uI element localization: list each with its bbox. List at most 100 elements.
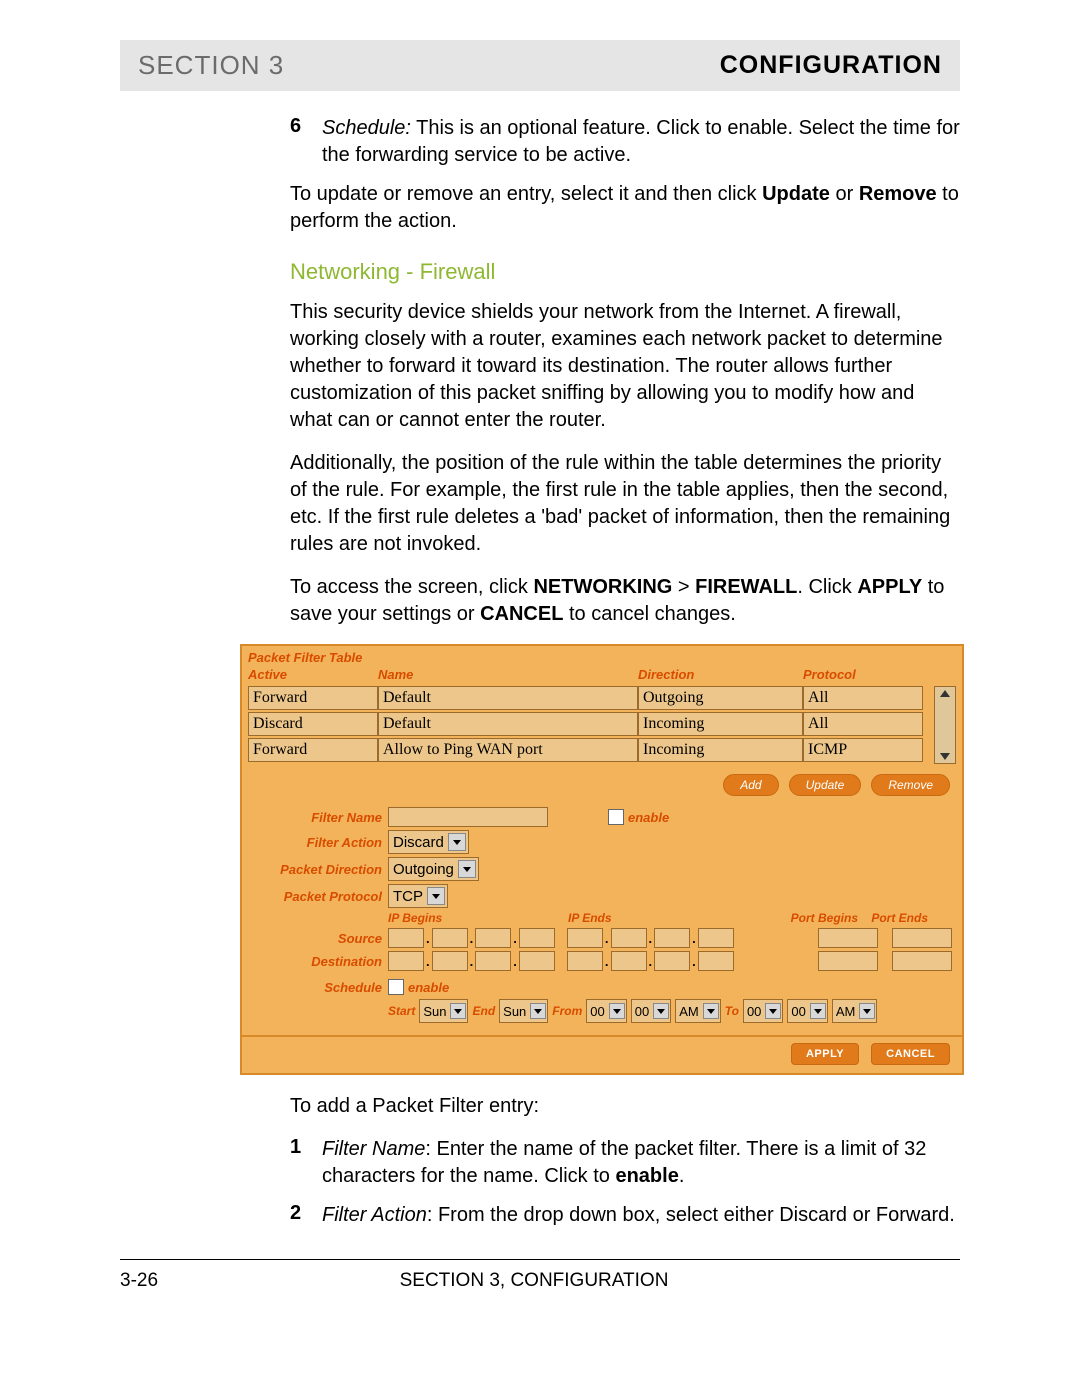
source-port-begins-input[interactable] (818, 928, 878, 948)
start-day-select[interactable]: Sun (419, 999, 468, 1023)
enable-label: enable (628, 810, 669, 825)
dest-ip-begins: . . . (388, 951, 555, 971)
ip-octet-input[interactable] (611, 928, 647, 948)
from-ampm-select[interactable]: AM (675, 999, 721, 1023)
chevron-down-icon (765, 1003, 781, 1019)
chevron-down-icon (609, 1003, 625, 1019)
page-header: SECTION 3 CONFIGURATION (120, 40, 960, 91)
ip-octet-input[interactable] (567, 928, 603, 948)
source-ip-begins: . . . (388, 928, 555, 948)
ip-octet-input[interactable] (519, 951, 555, 971)
chevron-down-icon (427, 887, 445, 905)
schedule-label: Schedule (252, 980, 388, 995)
section-heading: Networking - Firewall (290, 259, 960, 285)
chevron-down-icon (458, 860, 476, 878)
ip-begins-header: IP Begins (388, 911, 568, 925)
ip-octet-input[interactable] (611, 951, 647, 971)
schedule-enable-label: enable (408, 980, 449, 995)
item-number: 2 (290, 1202, 306, 1229)
ip-octet-input[interactable] (388, 951, 424, 971)
ip-octet-input[interactable] (475, 951, 511, 971)
destination-label: Destination (252, 954, 388, 969)
add-button[interactable]: Add (723, 774, 778, 796)
table-row[interactable]: Forward Allow to Ping WAN port Incoming … (248, 738, 934, 762)
table-row[interactable]: Discard Default Incoming All (248, 712, 934, 736)
end-day-select[interactable]: Sun (499, 999, 548, 1023)
ip-octet-input[interactable] (432, 951, 468, 971)
chevron-down-icon (450, 1003, 466, 1019)
packet-protocol-select[interactable]: TCP (388, 884, 448, 908)
chevron-down-icon (703, 1003, 719, 1019)
panel-title: Packet Filter Table (242, 646, 962, 665)
packet-protocol-label: Packet Protocol (252, 889, 388, 904)
table-row[interactable]: Forward Default Outgoing All (248, 686, 934, 710)
ip-octet-input[interactable] (654, 928, 690, 948)
firewall-panel: Packet Filter Table Active Name Directio… (240, 644, 964, 1075)
filter-name-input[interactable] (388, 807, 548, 827)
scroll-up-icon[interactable] (940, 690, 950, 697)
col-direction: Direction (638, 667, 803, 682)
item-number: 6 (290, 115, 306, 169)
footer-title: SECTION 3, CONFIGURATION (400, 1270, 669, 1292)
ip-octet-input[interactable] (388, 928, 424, 948)
source-port-ends-input[interactable] (892, 928, 952, 948)
list-item: 2 Filter Action: From the drop down box,… (290, 1202, 960, 1229)
header-title: CONFIGURATION (720, 51, 942, 80)
page-number: 3-26 (120, 1270, 158, 1292)
paragraph: To access the screen, click NETWORKING >… (290, 574, 960, 628)
update-button[interactable]: Update (789, 774, 862, 796)
filter-action-select[interactable]: Discard (388, 830, 469, 854)
ip-octet-input[interactable] (432, 928, 468, 948)
apply-button[interactable]: APPLY (791, 1043, 859, 1065)
item-text: Schedule: This is an optional feature. C… (322, 115, 960, 169)
to-min-select[interactable]: 00 (787, 999, 827, 1023)
packet-direction-label: Packet Direction (252, 862, 388, 877)
header-section: SECTION 3 (138, 50, 284, 81)
chevron-down-icon (653, 1003, 669, 1019)
from-label: From (552, 1004, 582, 1018)
ip-octet-input[interactable] (698, 928, 734, 948)
enable-checkbox[interactable] (608, 809, 624, 825)
dest-ip-ends: . . . (567, 951, 734, 971)
cancel-button[interactable]: CANCEL (871, 1043, 950, 1065)
col-protocol: Protocol (803, 667, 923, 682)
remove-button[interactable]: Remove (871, 774, 950, 796)
paragraph: This security device shields your networ… (290, 299, 960, 434)
ip-ends-header: IP Ends (568, 911, 768, 925)
ip-octet-input[interactable] (567, 951, 603, 971)
packet-direction-select[interactable]: Outgoing (388, 857, 479, 881)
to-hour-select[interactable]: 00 (743, 999, 783, 1023)
scrollbar[interactable] (934, 686, 956, 764)
item-text: Filter Name: Enter the name of the packe… (322, 1136, 960, 1190)
scroll-down-icon[interactable] (940, 753, 950, 760)
dest-port-begins-input[interactable] (818, 951, 878, 971)
start-label: Start (388, 1004, 415, 1018)
source-ip-ends: . . . (567, 928, 734, 948)
table-header: Active Name Direction Protocol (242, 665, 962, 686)
paragraph: To add a Packet Filter entry: (290, 1093, 960, 1120)
to-label: To (725, 1004, 739, 1018)
chevron-down-icon (810, 1003, 826, 1019)
filter-action-label: Filter Action (252, 835, 388, 850)
schedule-enable-checkbox[interactable] (388, 979, 404, 995)
source-label: Source (252, 931, 388, 946)
list-item: 1 Filter Name: Enter the name of the pac… (290, 1136, 960, 1190)
ip-octet-input[interactable] (654, 951, 690, 971)
dest-port-ends-input[interactable] (892, 951, 952, 971)
paragraph: Additionally, the position of the rule w… (290, 450, 960, 558)
from-hour-select[interactable]: 00 (586, 999, 626, 1023)
page-footer: 3-26 SECTION 3, CONFIGURATION (120, 1259, 960, 1292)
filter-name-label: Filter Name (252, 810, 388, 825)
ip-octet-input[interactable] (519, 928, 555, 948)
from-min-select[interactable]: 00 (631, 999, 671, 1023)
chevron-down-icon (859, 1003, 875, 1019)
ip-octet-input[interactable] (475, 928, 511, 948)
port-ends-header: Port Ends (858, 911, 928, 925)
ip-octet-input[interactable] (698, 951, 734, 971)
to-ampm-select[interactable]: AM (832, 999, 878, 1023)
col-active: Active (248, 667, 378, 682)
end-label: End (472, 1004, 495, 1018)
item-number: 1 (290, 1136, 306, 1190)
col-name: Name (378, 667, 638, 682)
paragraph: To update or remove an entry, select it … (290, 181, 960, 235)
